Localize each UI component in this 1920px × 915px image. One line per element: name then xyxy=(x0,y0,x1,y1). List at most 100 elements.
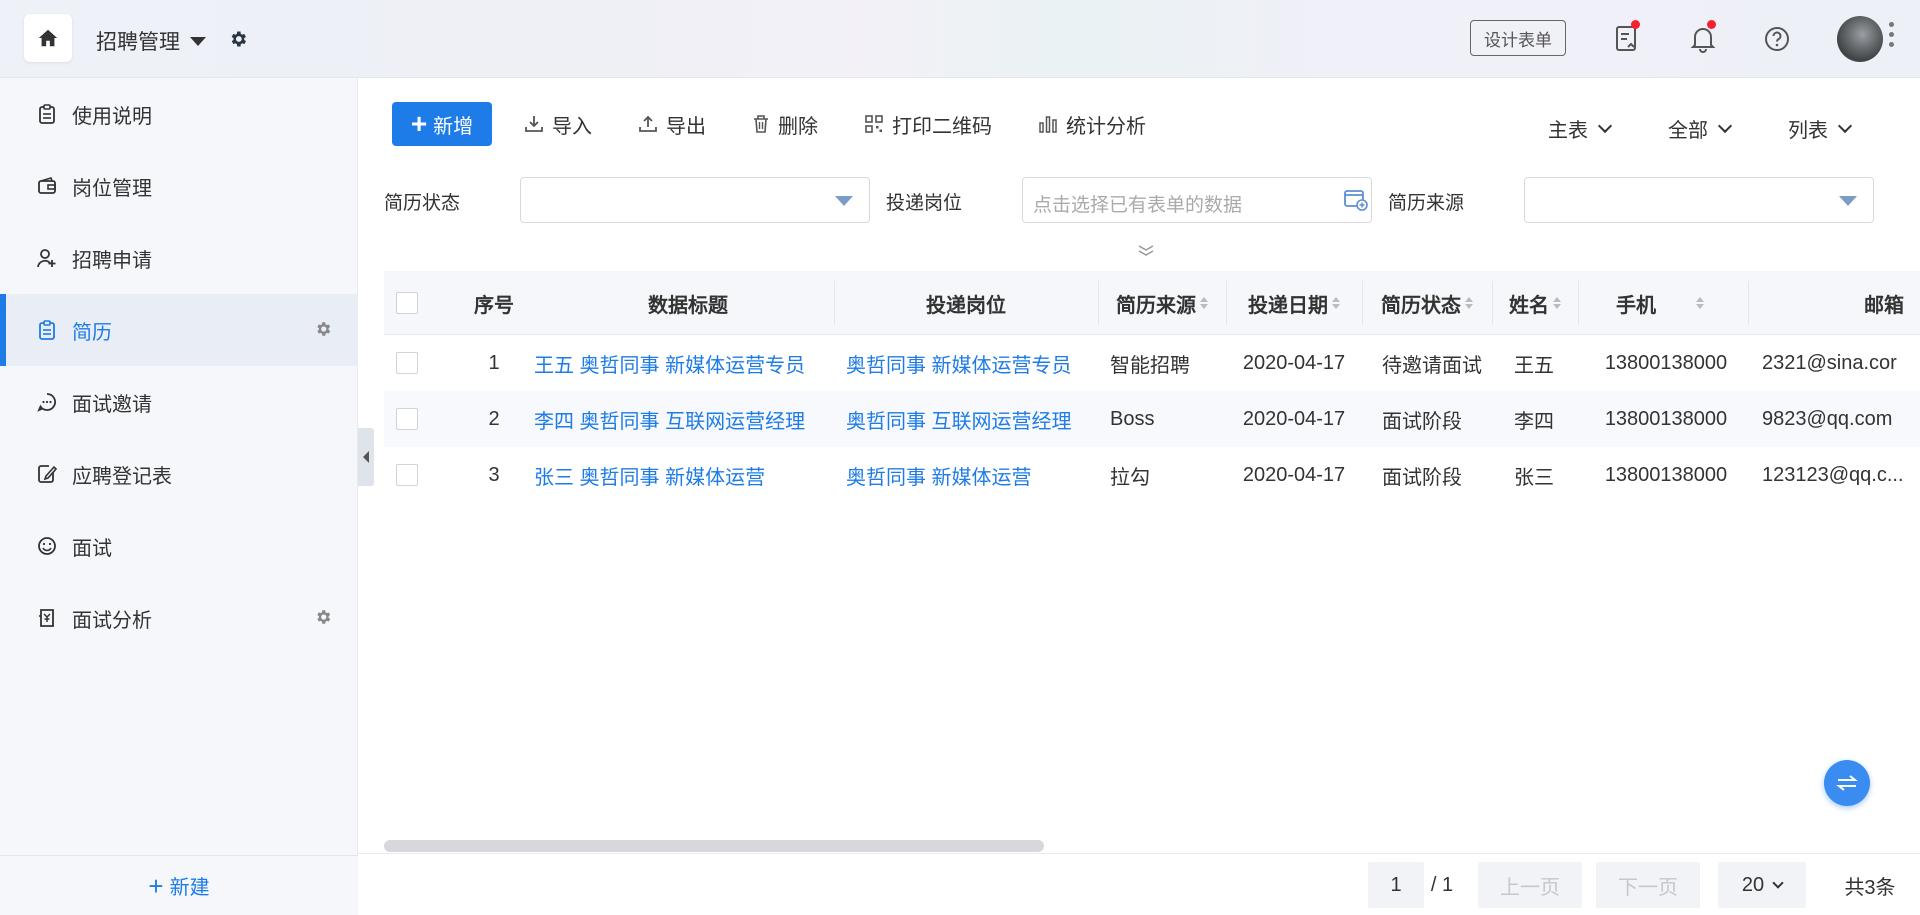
view-main-select[interactable]: 主表 xyxy=(1548,114,1613,143)
delete-button[interactable]: 删除 xyxy=(752,110,818,139)
swap-float-button[interactable] xyxy=(1824,760,1870,806)
th-phone[interactable]: 手机 xyxy=(1578,271,1742,335)
cell-name: 李四 xyxy=(1514,410,1554,433)
filter-source-label: 简历来源 xyxy=(1388,193,1465,214)
cell-date: 2020-04-17 xyxy=(1242,463,1346,486)
sidebar-item-label: 招聘申请 xyxy=(72,249,152,272)
sidebar-item-registration-form[interactable]: 应聘登记表 xyxy=(0,438,358,510)
sidebar-item-recruit-apply[interactable]: 招聘申请 xyxy=(0,222,358,294)
cell-position-link[interactable]: 奥哲同事 新媒体运营专员 xyxy=(846,335,1098,391)
sidebar-item-resume[interactable]: 简历 xyxy=(0,294,358,366)
view-list-select[interactable]: 列表 xyxy=(1788,114,1853,143)
cell-title-link[interactable]: 王五 奥哲同事 新媒体运营专员 xyxy=(534,335,834,391)
swap-icon xyxy=(1836,775,1858,791)
gear-icon[interactable] xyxy=(314,608,332,632)
th-source[interactable]: 简历来源 xyxy=(1098,271,1226,335)
question-circle-icon xyxy=(1765,27,1789,51)
view-list-label: 列表 xyxy=(1788,120,1828,142)
caret-down-icon xyxy=(1839,196,1857,206)
app-settings-button[interactable] xyxy=(228,29,248,55)
sidebar-item-label: 应聘登记表 xyxy=(72,465,172,488)
sidebar-item-positions[interactable]: 岗位管理 xyxy=(0,150,358,222)
clipboard-icon xyxy=(36,103,58,125)
home-button[interactable] xyxy=(24,14,72,62)
filter-source-select[interactable] xyxy=(1524,177,1874,223)
filter-position-label: 投递岗位 xyxy=(886,193,963,214)
export-button[interactable]: 导出 xyxy=(638,110,706,139)
app-switcher[interactable]: 招聘管理 xyxy=(96,26,206,56)
table-row[interactable]: 1 王五 奥哲同事 新媒体运营专员 奥哲同事 新媒体运营专员 智能招聘 2020… xyxy=(384,335,1920,391)
horizontal-scrollbar[interactable] xyxy=(384,840,1044,852)
sidebar-item-interview-invite[interactable]: 面试邀请 xyxy=(0,366,358,438)
page-size-value: 20 xyxy=(1741,873,1765,896)
collapse-filters-icon[interactable] xyxy=(1136,244,1156,258)
sidebar-collapse-toggle[interactable] xyxy=(358,428,374,486)
chat-icon xyxy=(36,391,58,413)
sidebar-item-label: 使用说明 xyxy=(72,105,152,128)
cell-name: 张三 xyxy=(1514,466,1554,489)
next-page-button[interactable]: 下一页 xyxy=(1596,862,1700,908)
stats-button[interactable]: 统计分析 xyxy=(1038,110,1146,139)
view-main-label: 主表 xyxy=(1548,120,1588,142)
design-form-button[interactable]: 设计表单 xyxy=(1470,20,1566,56)
add-button[interactable]: + 新增 xyxy=(392,102,492,146)
sort-icon xyxy=(1553,297,1561,309)
th-status[interactable]: 简历状态 xyxy=(1362,271,1492,335)
cell-position-link[interactable]: 奥哲同事 互联网运营经理 xyxy=(846,391,1098,447)
th-index: 序号 xyxy=(474,294,514,317)
sidebar-item-interview-analysis[interactable]: 面试分析 xyxy=(0,582,358,654)
sidebar-new-button[interactable]: + 新建 xyxy=(0,855,358,915)
gear-icon[interactable] xyxy=(314,320,332,344)
edit-doc-icon xyxy=(36,463,58,485)
filter-position-placeholder: 点击选择已有表单的数据 xyxy=(1033,195,1243,216)
th-date[interactable]: 投递日期 xyxy=(1226,271,1362,335)
table-row[interactable]: 2 李四 奥哲同事 互联网运营经理 奥哲同事 互联网运营经理 Boss 2020… xyxy=(384,391,1920,447)
th-date-label: 投递日期 xyxy=(1248,294,1328,317)
view-all-select[interactable]: 全部 xyxy=(1668,114,1733,143)
cell-name: 王五 xyxy=(1514,354,1554,377)
filter-status-select[interactable] xyxy=(520,177,870,223)
import-button[interactable]: 导入 xyxy=(524,110,592,139)
row-checkbox[interactable] xyxy=(396,408,418,430)
help-button[interactable] xyxy=(1760,22,1794,56)
cell-source: Boss xyxy=(1110,407,1155,430)
filter-position-input[interactable]: 点击选择已有表单的数据 xyxy=(1022,177,1372,223)
pagination-divider xyxy=(358,853,1920,854)
new-label: 新建 xyxy=(169,877,210,899)
select-form-icon[interactable] xyxy=(1343,188,1369,212)
clipboard-icon xyxy=(36,319,58,341)
sidebar-item-label: 面试分析 xyxy=(72,609,152,632)
cell-email: 9823@qq.com xyxy=(1762,407,1893,430)
th-source-label: 简历来源 xyxy=(1116,294,1196,317)
notifications-button[interactable] xyxy=(1686,20,1720,56)
total-count: 共3条 xyxy=(1844,876,1896,899)
th-email: 邮箱 xyxy=(1864,294,1904,317)
bar-chart-icon xyxy=(1039,116,1057,133)
print-qr-button[interactable]: 打印二维码 xyxy=(864,110,992,139)
cell-phone: 13800138000 xyxy=(1604,351,1728,374)
prev-page-button[interactable]: 上一页 xyxy=(1478,862,1582,908)
cell-date: 2020-04-17 xyxy=(1242,407,1346,430)
page-number-input[interactable]: 1 xyxy=(1368,862,1424,908)
qr-code-icon xyxy=(865,115,883,133)
table-row[interactable]: 3 张三 奥哲同事 新媒体运营 奥哲同事 新媒体运营 拉勾 2020-04-17… xyxy=(384,447,1920,503)
cell-title-link[interactable]: 李四 奥哲同事 互联网运营经理 xyxy=(534,391,834,447)
sidebar-item-interview[interactable]: 面试 xyxy=(0,510,358,582)
trash-icon xyxy=(754,115,768,133)
more-menu-button[interactable] xyxy=(1889,22,1894,47)
sidebar-item-label: 岗位管理 xyxy=(72,177,152,200)
caret-down-icon xyxy=(190,36,206,46)
th-name[interactable]: 姓名 xyxy=(1492,271,1578,335)
cell-position-link[interactable]: 奥哲同事 新媒体运营 xyxy=(846,447,1098,503)
select-all-checkbox[interactable] xyxy=(396,292,418,314)
user-add-icon xyxy=(36,247,58,269)
avatar[interactable] xyxy=(1837,16,1883,62)
stats-label: 统计分析 xyxy=(1066,115,1146,138)
sidebar-item-instructions[interactable]: 使用说明 xyxy=(0,78,358,150)
task-button[interactable] xyxy=(1610,20,1644,56)
row-checkbox[interactable] xyxy=(396,464,418,486)
cell-title-link[interactable]: 张三 奥哲同事 新媒体运营 xyxy=(534,447,834,503)
row-checkbox[interactable] xyxy=(396,352,418,374)
th-phone-label: 手机 xyxy=(1616,294,1656,317)
page-size-select[interactable]: 20 xyxy=(1718,862,1806,908)
